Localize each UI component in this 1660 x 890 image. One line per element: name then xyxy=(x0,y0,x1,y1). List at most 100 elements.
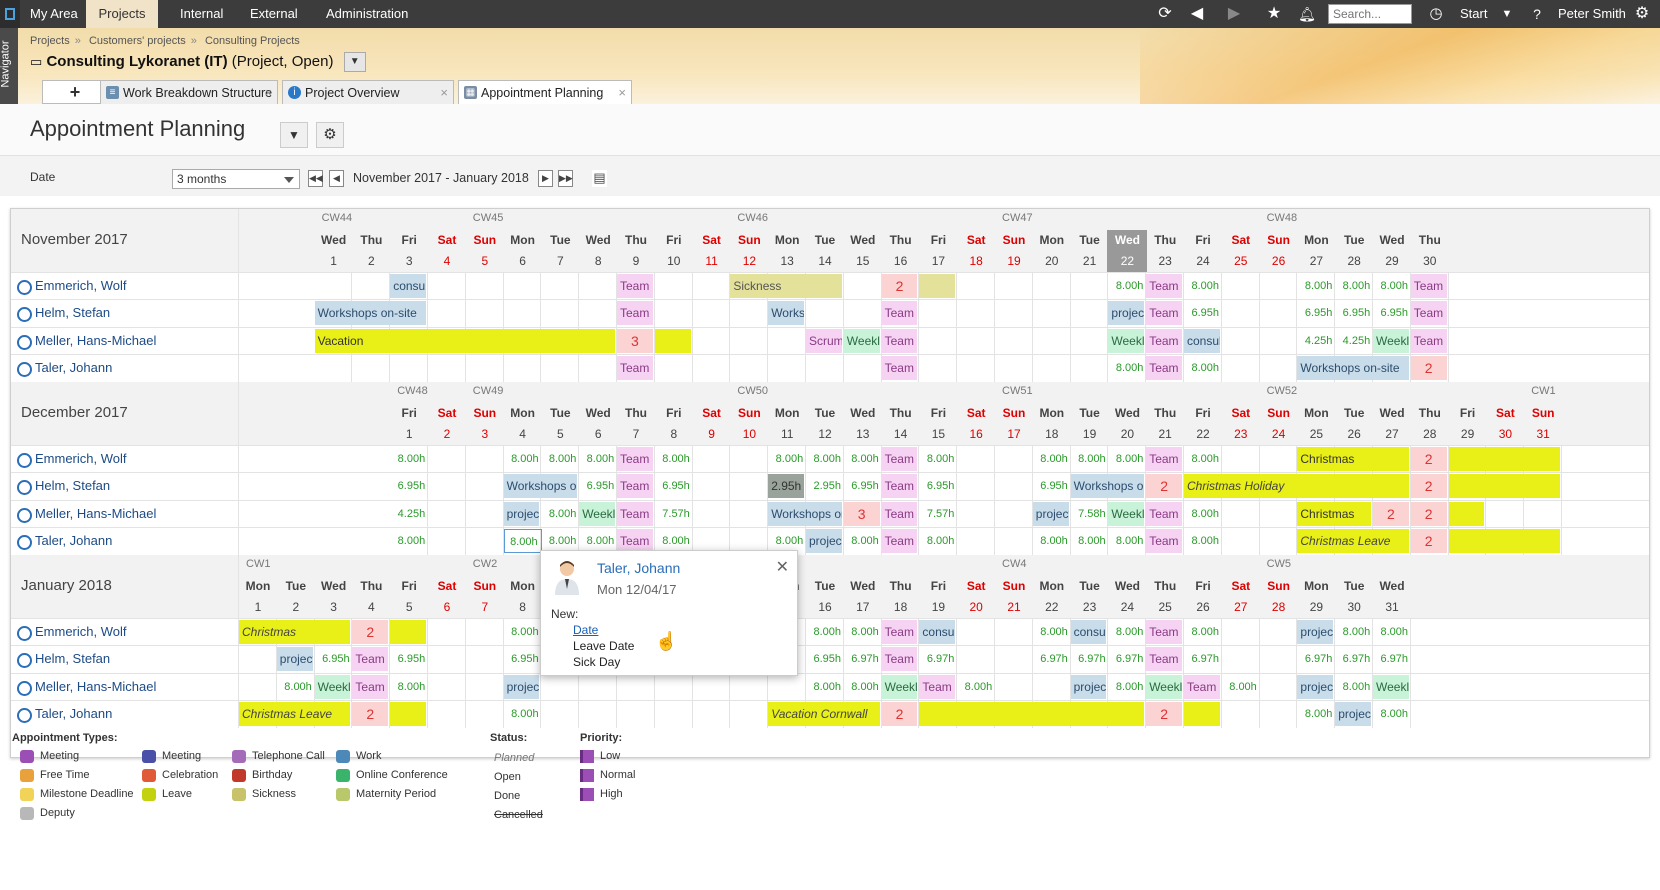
close-tab-icon[interactable]: × xyxy=(264,81,272,104)
hours-cell[interactable]: 8.00h xyxy=(390,447,428,471)
resource-name[interactable]: Helm, Stefan xyxy=(17,651,110,669)
appointment-bar[interactable] xyxy=(919,274,956,298)
appointment-bar[interactable]: Team Meeting xyxy=(617,301,653,326)
appointment-bar[interactable]: Team Meeting xyxy=(881,501,918,526)
hours-cell[interactable]: 2.95h xyxy=(806,474,844,498)
hours-cell[interactable]: 8.00h xyxy=(1108,675,1146,699)
hours-cell[interactable]: 8.00h xyxy=(919,447,957,471)
hours-cell[interactable]: 8.00h xyxy=(504,702,542,726)
hours-cell[interactable]: 4.25h xyxy=(1297,329,1335,353)
refresh-icon[interactable]: ⟳ xyxy=(1151,0,1179,28)
appointment-bar[interactable]: Team Meeting xyxy=(1410,274,1447,298)
hours-cell[interactable]: 8.00h xyxy=(1108,620,1146,644)
appointment-bar[interactable]: Team Meeting xyxy=(1146,355,1182,380)
appointment-bar[interactable]: Team Meeting xyxy=(881,647,918,672)
hours-cell[interactable]: 8.00h xyxy=(541,502,579,526)
resource-name[interactable]: Taler, Johann xyxy=(17,360,112,377)
appointment-bar[interactable] xyxy=(390,701,426,726)
appointment-bar[interactable] xyxy=(654,328,691,353)
appointment-bar[interactable]: consult xyxy=(1070,620,1107,644)
hours-cell[interactable]: 8.00h xyxy=(919,529,957,553)
search-input[interactable] xyxy=(1328,4,1412,24)
hours-cell[interactable]: 7.58h xyxy=(1071,502,1109,526)
hours-cell[interactable]: 8.00h xyxy=(957,675,995,699)
hours-cell[interactable]: 8.00h xyxy=(806,620,844,644)
resource-name[interactable]: Meller, Hans-Michael xyxy=(17,506,156,523)
hours-cell[interactable]: 4.25h xyxy=(1335,329,1373,353)
appointment-bar[interactable] xyxy=(919,701,1145,726)
calendar-icon[interactable]: ▤ xyxy=(592,170,607,187)
appointment-bar[interactable]: Weekly xyxy=(1373,328,1409,353)
hours-cell[interactable]: 8.00h xyxy=(1184,274,1222,298)
hours-cell[interactable]: 6.95h xyxy=(844,474,882,498)
resource-name[interactable]: Emmerich, Wolf xyxy=(17,451,127,468)
appointment-bar[interactable]: Team Meeting xyxy=(1146,447,1182,471)
appointment-bar[interactable]: project xyxy=(1108,301,1145,326)
appointment-bar[interactable]: Christmas xyxy=(1297,447,1409,471)
appointment-bar[interactable] xyxy=(1448,447,1560,471)
hours-cell[interactable]: 6.95h xyxy=(579,474,617,498)
hours-cell[interactable]: 8.00h xyxy=(1373,702,1411,726)
add-tab-button[interactable]: + xyxy=(42,80,108,104)
hours-cell[interactable]: 6.97h xyxy=(1335,647,1373,671)
appointment-bar[interactable]: 2 xyxy=(1146,474,1182,499)
appointment-bar[interactable]: Workshops on-site xyxy=(503,474,578,499)
appointment-bar[interactable] xyxy=(1448,474,1560,499)
appointment-bar[interactable]: 3 xyxy=(843,501,880,526)
forward-arrow-icon[interactable]: ▶ xyxy=(1220,0,1248,28)
appointment-bar[interactable]: Team Meeting xyxy=(881,328,918,353)
settings-icon[interactable]: ⚙ xyxy=(316,122,344,148)
user-name[interactable]: Peter Smith xyxy=(1548,0,1636,28)
hours-cell[interactable]: 8.00h xyxy=(390,529,428,553)
new-leave-date-link[interactable]: Leave Date xyxy=(573,639,634,653)
appointment-bar[interactable]: Team Meeting xyxy=(881,528,918,553)
breadcrumb-item[interactable]: Customers' projects xyxy=(89,35,186,47)
hours-cell[interactable]: 6.97h xyxy=(1373,647,1411,671)
appointment-bar[interactable]: project xyxy=(1070,674,1107,699)
last-period-icon[interactable]: ▶▶ xyxy=(558,170,573,187)
hours-cell[interactable]: 6.97h xyxy=(1033,647,1071,671)
appointment-bar[interactable]: Team Meeting xyxy=(1146,301,1182,326)
hours-cell[interactable]: 7.57h xyxy=(655,502,693,526)
hours-cell[interactable]: 8.00h xyxy=(504,620,542,644)
appointment-bar[interactable]: 2 xyxy=(1410,355,1447,380)
appointment-bar[interactable]: Team Meeting xyxy=(1146,274,1182,298)
appointment-bar[interactable]: Weekly xyxy=(1108,501,1145,526)
hours-cell[interactable]: 8.00h xyxy=(1184,529,1222,553)
appointment-bar[interactable]: Vacation Cornwall xyxy=(768,701,880,726)
hours-cell[interactable]: 8.00h xyxy=(844,529,882,553)
date-range-select[interactable]: 3 months xyxy=(172,169,300,189)
resource-name[interactable]: Helm, Stefan xyxy=(17,305,110,323)
hours-cell[interactable]: 6.95h xyxy=(1297,301,1335,325)
timer-icon[interactable]: ◷ xyxy=(1422,0,1450,28)
hours-cell[interactable]: 8.00h xyxy=(1297,274,1335,298)
hours-cell[interactable]: 6.95h xyxy=(1335,301,1373,325)
appointment-bar[interactable]: Team Meeting xyxy=(617,501,653,526)
appointment-bar[interactable] xyxy=(1184,701,1220,726)
hours-cell[interactable]: 7.57h xyxy=(919,502,957,526)
resource-name[interactable]: Emmerich, Wolf xyxy=(17,624,127,641)
hours-cell[interactable]: 6.97h xyxy=(1071,647,1109,671)
hours-cell[interactable]: 6.95h xyxy=(315,647,353,671)
hours-cell[interactable]: 8.00h xyxy=(1108,356,1146,380)
appointment-bar[interactable]: Weekly xyxy=(1108,328,1145,353)
appointment-bar[interactable]: Vacation xyxy=(314,328,615,353)
hours-cell[interactable]: 8.00h xyxy=(806,447,844,471)
menu-administration[interactable]: Administration xyxy=(316,0,418,28)
hours-cell[interactable]: 8.00h xyxy=(1373,274,1411,298)
hours-cell[interactable]: 8.00h xyxy=(1108,529,1146,553)
breadcrumb-item[interactable]: Consulting Projects xyxy=(205,35,300,47)
start-menu-button[interactable]: Start xyxy=(1450,0,1497,28)
appointment-bar[interactable]: Christmas xyxy=(1297,501,1371,526)
appointment-bar[interactable]: 2 xyxy=(1410,501,1447,526)
hours-cell[interactable]: 8.00h xyxy=(277,675,315,699)
menu-external[interactable]: External xyxy=(240,0,308,28)
appointment-bar[interactable]: Weekly xyxy=(1146,674,1182,699)
appointment-bar[interactable]: Workshops on-site xyxy=(768,301,804,326)
appointment-bar[interactable]: Weekly xyxy=(881,674,918,699)
appointment-bar[interactable]: Team Meeting xyxy=(1410,301,1447,326)
tab-project-overview[interactable]: i Project Overview × xyxy=(282,80,454,104)
appointment-bar[interactable]: 2 xyxy=(352,701,389,726)
appointment-bar[interactable]: Christmas Leave xyxy=(1297,528,1409,553)
appointment-bar[interactable]: Team Meeting xyxy=(1410,328,1447,353)
